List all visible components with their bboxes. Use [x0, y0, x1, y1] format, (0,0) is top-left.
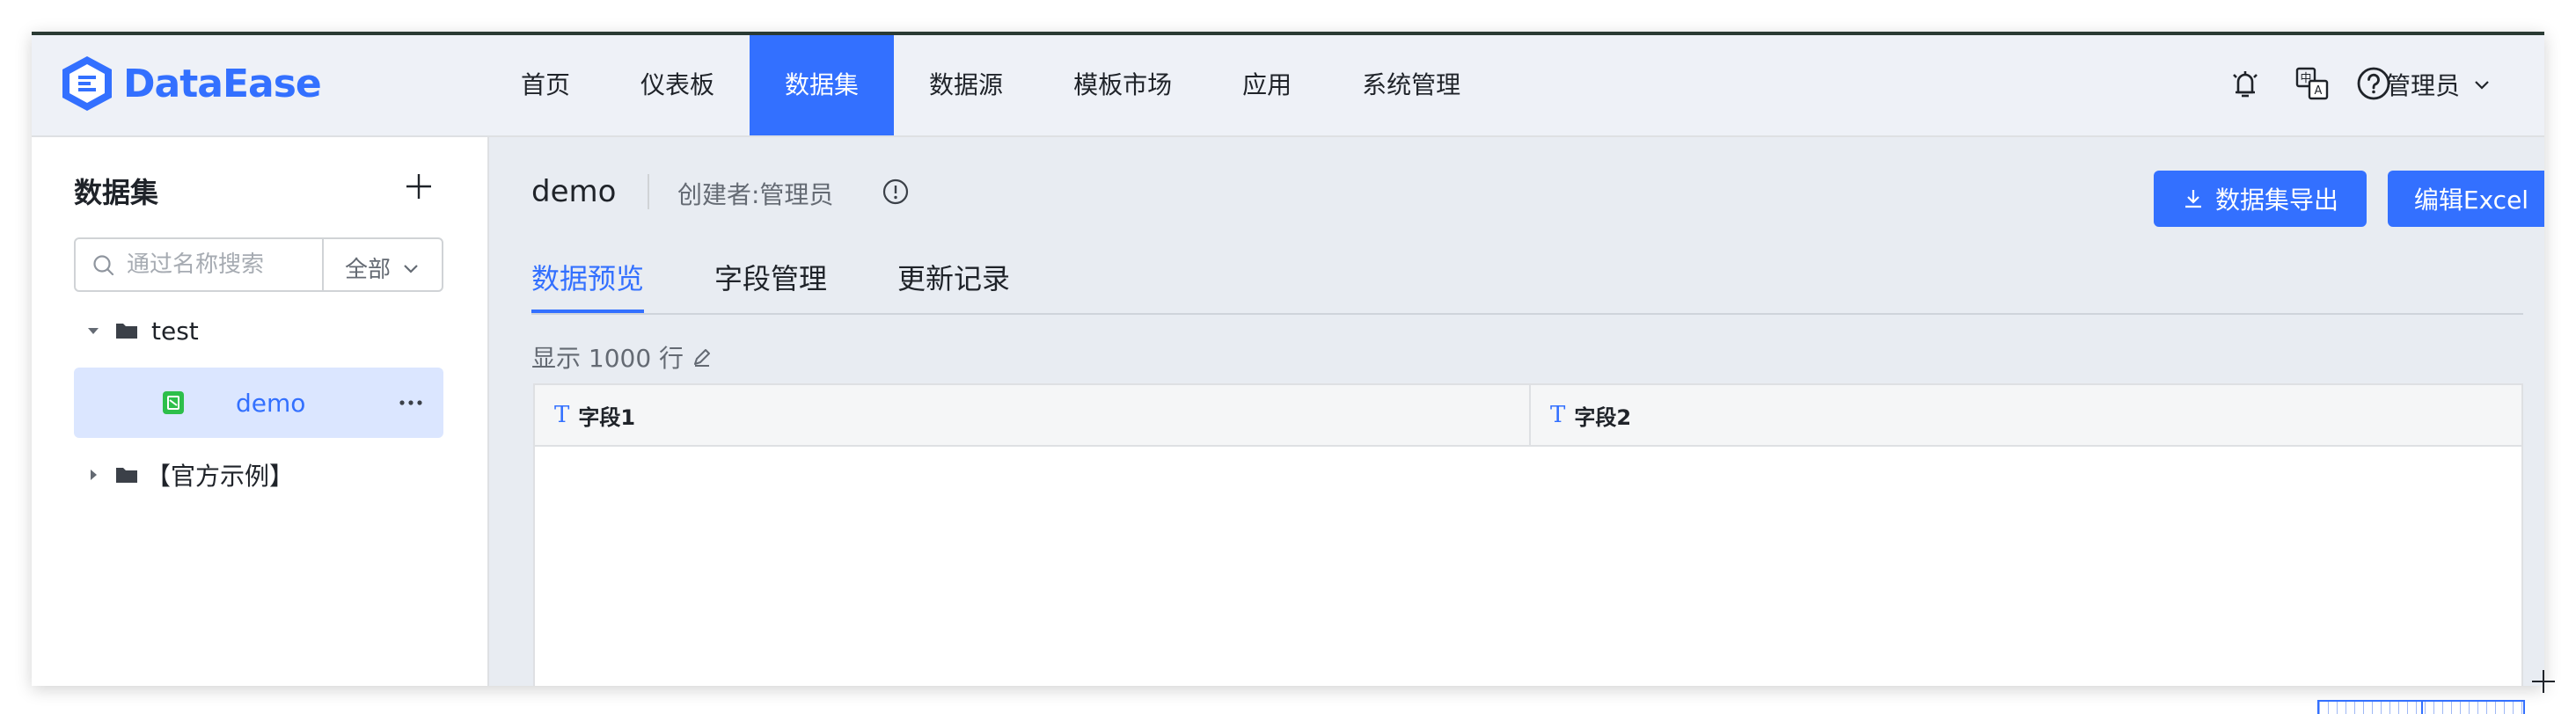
main-nav: 首页 仪表板 数据集 数据源 模板市场 应用 系统管理	[486, 35, 1496, 135]
tree-folder-official-examples[interactable]: 【官方示例】	[74, 440, 443, 510]
download-icon	[2184, 190, 2201, 208]
chevron-down-icon	[404, 264, 418, 273]
nav-item-home[interactable]: 首页	[486, 35, 605, 135]
detail-tabs: 数据预览 字段管理 更新记录	[531, 257, 2523, 315]
filter-select[interactable]: 全部	[345, 251, 421, 284]
nav-item-system-settings[interactable]: 系统管理	[1327, 35, 1496, 135]
preview-rows-setting: 显示 1000 行	[531, 339, 714, 375]
export-dataset-button[interactable]: 数据集导出	[2154, 171, 2367, 227]
tab-update-records[interactable]: 更新记录	[897, 257, 1010, 311]
export-dataset-label: 数据集导出	[2214, 186, 2338, 215]
minimap-preview	[2317, 700, 2525, 714]
text-type-icon: T	[554, 402, 570, 428]
language-icon[interactable]: 中 A	[2294, 66, 2330, 101]
folder-icon	[116, 324, 137, 339]
column-header-label: 字段2	[1574, 404, 1632, 430]
more-icon[interactable]	[398, 398, 424, 407]
text-type-icon: T	[1550, 402, 1566, 428]
filter-select-label: 全部	[345, 257, 392, 283]
table-header: T 字段1 T 字段2	[535, 385, 2521, 447]
top-header: DataEase 首页 仪表板 数据集 数据源 模板市场 应用 系统管理 中 A	[32, 35, 2544, 137]
dataset-detail: demo 创建者:管理员 数据集导出 编辑Excel 数据预览 字段管理 更新记…	[489, 137, 2544, 686]
tree-item-label: 【官方示例】	[146, 462, 295, 491]
app-window: DataEase 首页 仪表板 数据集 数据源 模板市场 应用 系统管理 中 A	[32, 32, 2544, 686]
column-header[interactable]: T 字段2	[1550, 385, 1631, 445]
search-input[interactable]	[127, 248, 311, 281]
data-preview-table: T 字段1 T 字段2	[533, 383, 2523, 686]
caret-right-icon[interactable]	[84, 466, 102, 484]
creator-label: 创建者:管理员	[677, 180, 834, 209]
tree-item-label: test	[151, 316, 199, 346]
user-menu[interactable]: 管理员	[2386, 67, 2492, 102]
nav-item-datasources[interactable]: 数据源	[894, 35, 1038, 135]
dataset-excel-icon	[163, 391, 184, 414]
edit-excel-button[interactable]: 编辑Excel	[2388, 171, 2544, 227]
tree-folder-test[interactable]: test	[74, 295, 443, 366]
tree-item-demo[interactable]: demo	[74, 368, 443, 438]
add-icon[interactable]	[403, 171, 435, 202]
app-name: DataEase	[123, 61, 322, 106]
user-name: 管理员	[2386, 71, 2461, 100]
tree-item-label: demo	[236, 388, 306, 418]
search-icon	[93, 255, 114, 276]
chevron-down-icon	[2475, 81, 2489, 90]
edit-icon[interactable]	[691, 346, 714, 368]
column-header-label: 字段1	[578, 404, 636, 430]
info-icon[interactable]	[882, 178, 910, 206]
sidebar-title: 数据集	[74, 176, 159, 209]
tab-data-preview[interactable]: 数据预览	[531, 257, 645, 313]
minimap-divider	[2421, 702, 2423, 714]
crosshair-icon	[2532, 670, 2555, 693]
search-box: 全部	[74, 237, 443, 292]
nav-item-template-market[interactable]: 模板市场	[1038, 35, 1207, 135]
nav-item-apps[interactable]: 应用	[1207, 35, 1327, 135]
folder-icon	[116, 468, 137, 483]
tab-data-preview-label: 数据预览	[531, 262, 645, 295]
notification-icon[interactable]	[2228, 66, 2263, 101]
nav-item-dashboard[interactable]: 仪表板	[605, 35, 750, 135]
column-divider[interactable]	[1529, 385, 1531, 445]
dataease-logo-icon	[62, 56, 112, 111]
svg-text:A: A	[2315, 84, 2323, 98]
column-header[interactable]: T 字段1	[554, 385, 635, 445]
caret-down-icon[interactable]	[84, 322, 102, 339]
dataset-title: demo	[531, 174, 617, 209]
nav-item-datasets[interactable]: 数据集	[750, 35, 895, 135]
title-divider	[648, 174, 649, 209]
app-logo[interactable]: DataEase	[60, 55, 322, 113]
dataset-sidebar: 数据集 全部	[32, 137, 489, 686]
active-tab-indicator	[531, 310, 644, 313]
preview-rows-label: 显示 1000 行	[531, 344, 684, 373]
search-divider	[322, 239, 324, 290]
tab-field-management[interactable]: 字段管理	[714, 257, 827, 311]
